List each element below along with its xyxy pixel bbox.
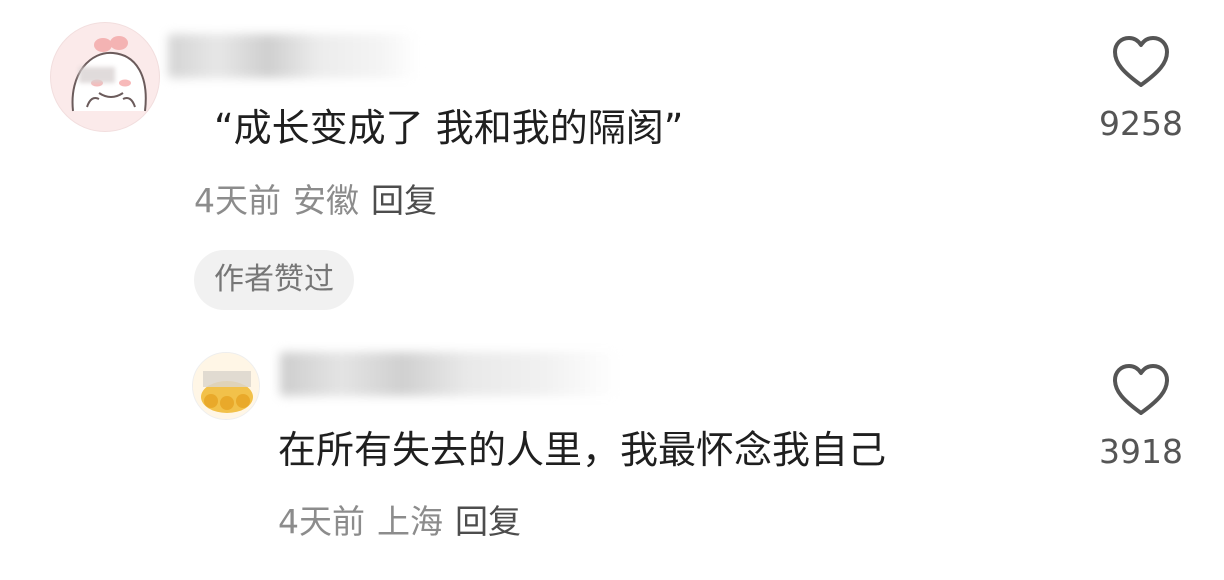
comment-time: 4天前 bbox=[194, 181, 281, 220]
heart-outline-icon[interactable] bbox=[1111, 362, 1171, 418]
heart-outline-icon[interactable] bbox=[1111, 34, 1171, 90]
author-liked-badge: 作者赞过 bbox=[194, 250, 354, 310]
like-count: 9258 bbox=[1099, 104, 1183, 143]
comment-location: 安徽 bbox=[293, 181, 359, 220]
like-count: 3918 bbox=[1099, 432, 1183, 471]
avatar[interactable] bbox=[192, 352, 260, 420]
comment-text: 在所有失去的人里，我最怀念我自己 bbox=[278, 428, 887, 472]
username-redacted[interactable] bbox=[280, 352, 620, 396]
comment-text: “成长变成了 我和我的隔阂” bbox=[214, 106, 684, 150]
reply-button[interactable]: 回复 bbox=[455, 502, 521, 541]
like-control: 3918 bbox=[1086, 362, 1196, 472]
username-redacted[interactable] bbox=[168, 34, 418, 78]
avatar-cartoon-image bbox=[193, 353, 259, 419]
comment-meta: 4天前 安徽 回复 bbox=[194, 181, 437, 221]
comment-meta: 4天前 上海 回复 bbox=[278, 502, 521, 542]
avatar[interactable] bbox=[50, 22, 160, 132]
like-control: 9258 bbox=[1086, 34, 1196, 144]
avatar-cartoon-image bbox=[71, 36, 147, 112]
reply-button[interactable]: 回复 bbox=[371, 181, 437, 220]
comment-location: 上海 bbox=[377, 502, 443, 541]
comment-time: 4天前 bbox=[278, 502, 365, 541]
